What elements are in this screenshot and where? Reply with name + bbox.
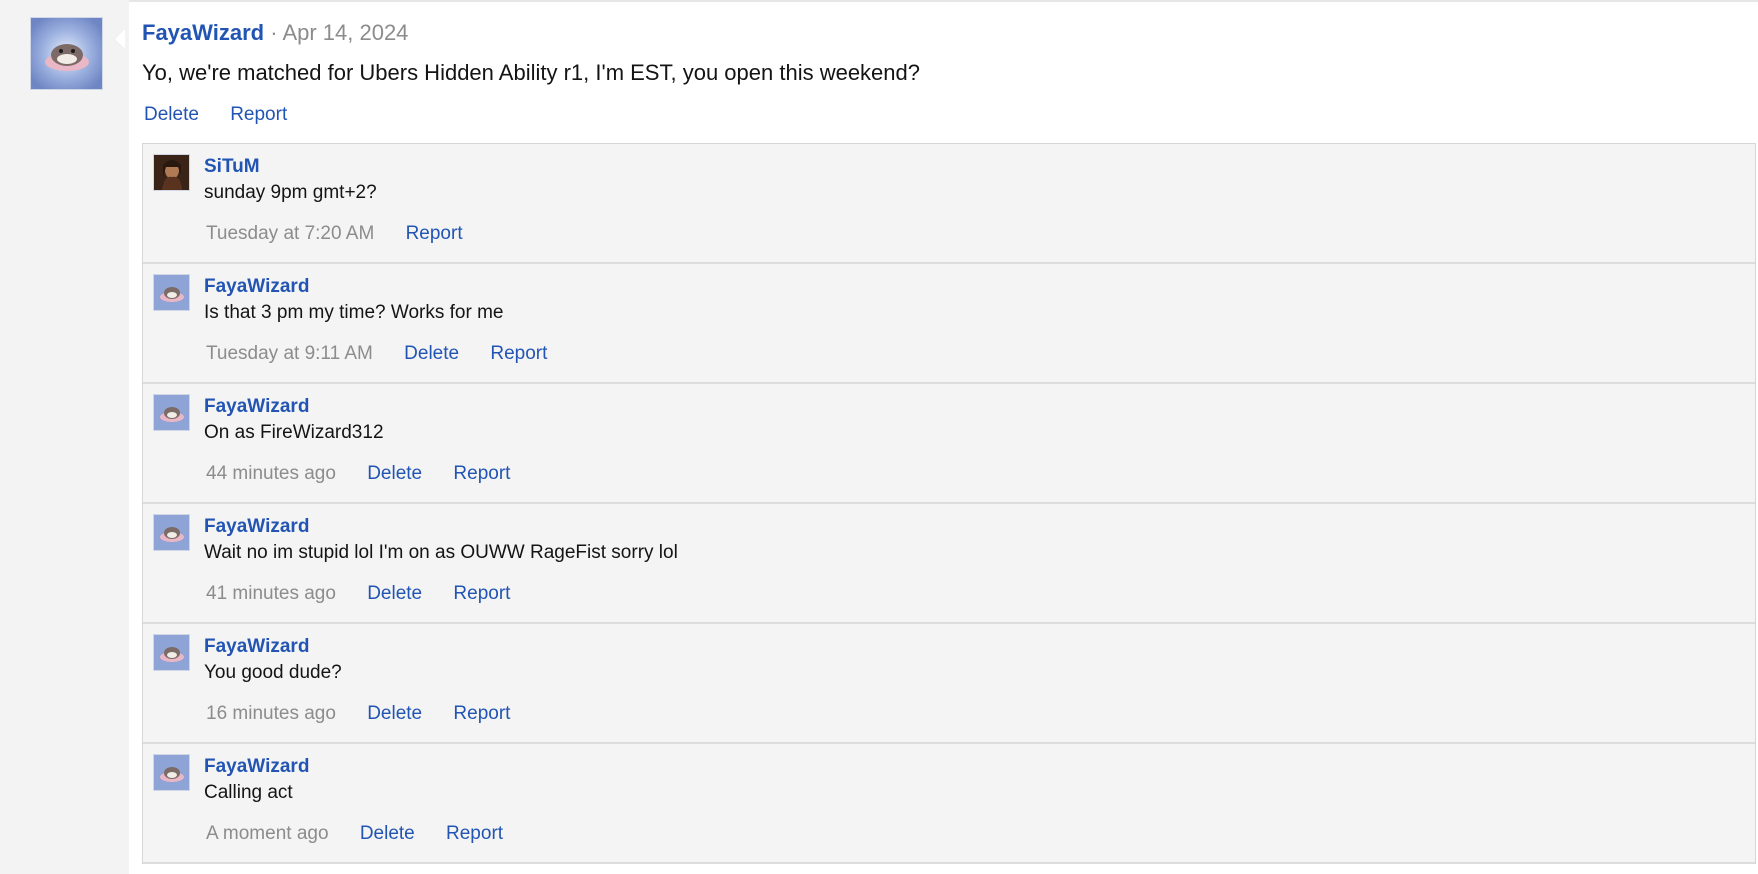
comment-report-link[interactable]: Report	[453, 583, 510, 604]
comment-author-link[interactable]: FayaWizard	[204, 756, 309, 778]
comment-delete-link[interactable]: Delete	[360, 823, 415, 844]
comment-time[interactable]: A moment ago	[206, 823, 329, 844]
post-date[interactable]: Apr 14, 2024	[282, 20, 408, 45]
top-divider	[129, 0, 1758, 2]
comment-avatar[interactable]	[153, 754, 190, 791]
post-author-link[interactable]: FayaWizard	[142, 20, 264, 45]
comment-item: SiTuM sunday 9pm gmt+2? Tuesday at 7:20 …	[143, 144, 1755, 264]
comment-avatar[interactable]	[153, 154, 190, 191]
comment-author-link[interactable]: SiTuM	[204, 156, 260, 178]
post-delete-link[interactable]: Delete	[144, 104, 199, 125]
comment-text: Calling act	[204, 782, 293, 803]
comment-list: SiTuM sunday 9pm gmt+2? Tuesday at 7:20 …	[142, 143, 1756, 864]
post-avatar-column	[0, 0, 129, 874]
comment-report-link[interactable]: Report	[446, 823, 503, 844]
comment-time[interactable]: 44 minutes ago	[206, 463, 336, 484]
comment-meta: 16 minutes ago Delete Report	[206, 703, 536, 725]
post-report-link[interactable]: Report	[230, 104, 287, 125]
creature-avatar-icon	[154, 275, 189, 310]
comment-item: FayaWizard On as FireWizard312 44 minute…	[143, 384, 1755, 504]
comment-item: FayaWizard Calling act A moment ago Dele…	[143, 744, 1755, 864]
speech-arrow	[113, 28, 125, 50]
comment-report-link[interactable]: Report	[406, 223, 463, 244]
comment-meta: 44 minutes ago Delete Report	[206, 463, 536, 485]
comment-text: Is that 3 pm my time? Works for me	[204, 302, 504, 323]
header-separator: ·	[270, 20, 278, 45]
comment-report-link[interactable]: Report	[453, 703, 510, 724]
comment-avatar[interactable]	[153, 634, 190, 671]
comment-meta: Tuesday at 9:11 AM Delete Report	[206, 343, 573, 365]
creature-avatar-icon	[154, 755, 189, 790]
comment-item: FayaWizard You good dude? 16 minutes ago…	[143, 624, 1755, 744]
comment-delete-link[interactable]: Delete	[367, 463, 422, 484]
comment-author-link[interactable]: FayaWizard	[204, 396, 309, 418]
creature-avatar-icon	[154, 635, 189, 670]
comment-delete-link[interactable]: Delete	[367, 703, 422, 724]
comment-item: FayaWizard Is that 3 pm my time? Works f…	[143, 264, 1755, 384]
comment-author-link[interactable]: FayaWizard	[204, 276, 309, 298]
portrait-avatar-icon	[154, 155, 189, 190]
comment-avatar[interactable]	[153, 274, 190, 311]
comment-time[interactable]: Tuesday at 9:11 AM	[206, 343, 373, 364]
comment-text: You good dude?	[204, 662, 342, 683]
comment-avatar[interactable]	[153, 514, 190, 551]
comment-author-link[interactable]: FayaWizard	[204, 636, 309, 658]
creature-avatar-icon	[154, 515, 189, 550]
comment-time[interactable]: Tuesday at 7:20 AM	[206, 223, 374, 244]
comment-meta: Tuesday at 7:20 AM Report	[206, 223, 489, 245]
post-message: Yo, we're matched for Ubers Hidden Abili…	[142, 60, 920, 85]
creature-avatar-icon	[154, 395, 189, 430]
comment-item: FayaWizard Wait no im stupid lol I'm on …	[143, 504, 1755, 624]
author-avatar[interactable]	[30, 17, 103, 90]
post-actions: Delete Report	[144, 104, 313, 126]
creature-avatar-icon	[31, 18, 102, 89]
comment-report-link[interactable]: Report	[453, 463, 510, 484]
comment-author-link[interactable]: FayaWizard	[204, 516, 309, 538]
comment-text: Wait no im stupid lol I'm on as OUWW Rag…	[204, 542, 678, 563]
comment-report-link[interactable]: Report	[490, 343, 547, 364]
comment-text: sunday 9pm gmt+2?	[204, 182, 377, 203]
post-header: FayaWizard · Apr 14, 2024	[142, 20, 408, 46]
comment-meta: A moment ago Delete Report	[206, 823, 529, 845]
comment-time[interactable]: 41 minutes ago	[206, 583, 336, 604]
comment-avatar[interactable]	[153, 394, 190, 431]
comment-delete-link[interactable]: Delete	[367, 583, 422, 604]
comment-text: On as FireWizard312	[204, 422, 384, 443]
comment-time[interactable]: 16 minutes ago	[206, 703, 336, 724]
comment-delete-link[interactable]: Delete	[404, 343, 459, 364]
comment-meta: 41 minutes ago Delete Report	[206, 583, 536, 605]
